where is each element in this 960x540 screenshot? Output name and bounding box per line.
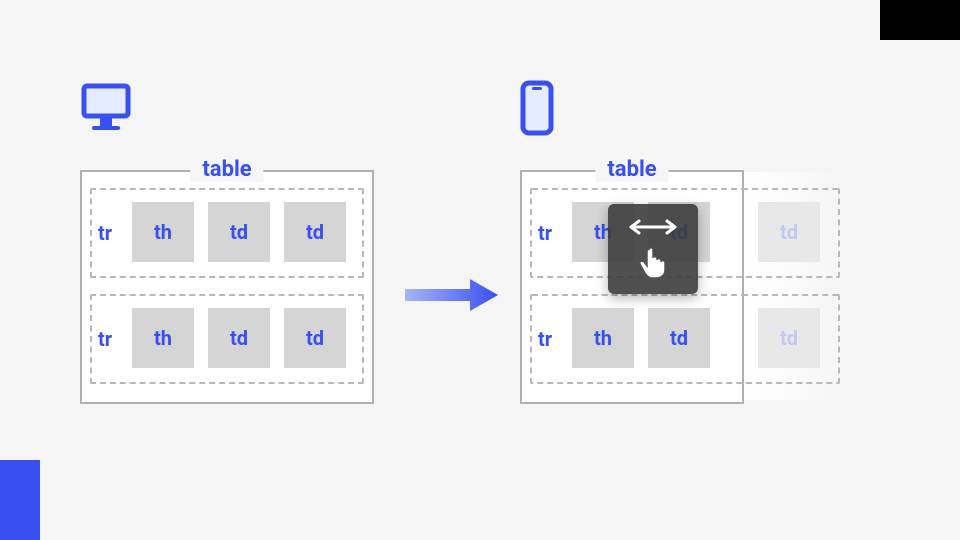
accent-bottom-left	[0, 460, 40, 540]
desktop-icon	[80, 80, 136, 136]
td-cell-overflow: td	[758, 308, 820, 368]
table-row: tr th td td	[90, 188, 364, 278]
table-label: table	[595, 157, 668, 182]
table-row: tr th td	[530, 294, 748, 384]
swipe-horizontal-icon	[608, 204, 698, 294]
td-cell: td	[284, 308, 346, 368]
table-row: tr th td td	[90, 294, 364, 384]
tr-label: tr	[98, 221, 112, 245]
desktop-table-box: table tr th td td tr th td td	[80, 170, 374, 404]
td-cell: td	[208, 308, 270, 368]
table-label: table	[190, 157, 263, 182]
overflow-column: td td	[742, 172, 842, 400]
th-cell: th	[132, 202, 194, 262]
tr-label: tr	[538, 221, 552, 245]
td-cell: td	[284, 202, 346, 262]
td-cell: td	[648, 308, 710, 368]
table-row-overflow: td	[740, 188, 840, 278]
tr-label: tr	[538, 327, 552, 351]
td-cell-overflow: td	[758, 202, 820, 262]
th-cell: th	[572, 308, 634, 368]
right-arrow-icon	[400, 275, 500, 315]
diagram-stage: table tr th td td tr th td td	[80, 80, 880, 460]
smartphone-icon	[520, 80, 554, 136]
tr-label: tr	[98, 327, 112, 351]
td-cell: td	[208, 202, 270, 262]
pointer-hand-icon	[633, 242, 673, 282]
table-row-overflow: td	[740, 294, 840, 384]
accent-top-right	[880, 0, 960, 40]
th-cell: th	[132, 308, 194, 368]
